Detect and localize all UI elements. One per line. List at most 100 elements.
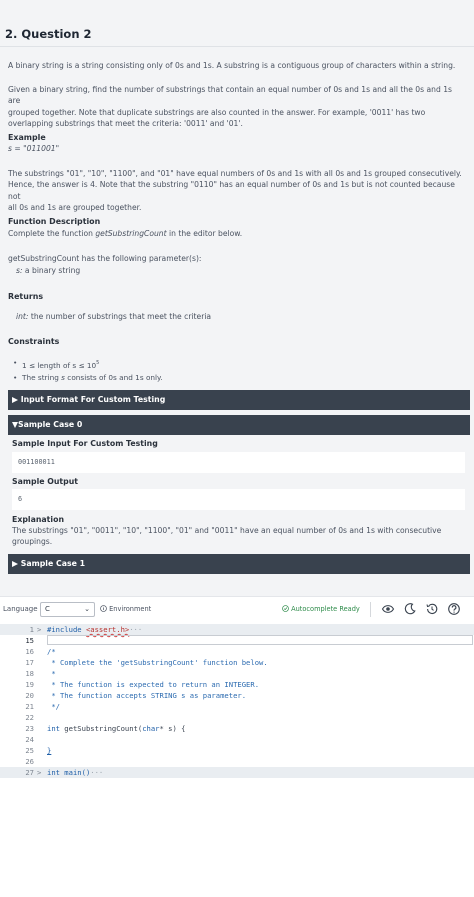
constraint-2-pre: The string <box>22 373 62 382</box>
closing-brace: } <box>47 746 52 755</box>
current-line-highlight <box>47 635 473 645</box>
constraints-list: 1 ≤ length of s ≤ 105 The string s consi… <box>13 357 163 384</box>
sample-case-0-toggle[interactable]: ▼Sample Case 0 <box>8 415 470 435</box>
code-line[interactable]: 18 * <box>0 668 474 679</box>
parameter-item: s: a binary string <box>16 265 474 276</box>
code-editor[interactable]: 1 > #include <assert.h>··· 15 16/* 17 * … <box>0 622 474 782</box>
line-number: 23 <box>25 724 34 733</box>
language-select[interactable]: C ⌄ <box>40 602 95 617</box>
code-line[interactable]: 27 > int main()··· <box>0 767 474 778</box>
code-line[interactable]: 22 <box>0 712 474 723</box>
line-number: 24 <box>25 735 34 744</box>
eye-icon[interactable] <box>381 602 395 616</box>
code-line-current[interactable]: 15 <box>0 635 474 646</box>
question-title: 2. Question 2 <box>5 27 92 41</box>
task-line-3: overlapping substrings that meet the cri… <box>8 119 243 129</box>
returns-desc: the number of substrings that meet the c… <box>28 312 212 321</box>
environment-link[interactable]: Environment <box>100 605 151 613</box>
history-icon[interactable] <box>425 602 439 616</box>
main-return-keyword: int <box>47 768 60 777</box>
code-line[interactable]: 17 * Complete the 'getSubstringCount' fu… <box>0 657 474 668</box>
constraint-1-exponent: 5 <box>96 360 100 366</box>
code-line[interactable]: 24 <box>0 734 474 745</box>
line-number: 19 <box>25 680 34 689</box>
language-label: Language <box>3 605 38 613</box>
code-text: /* <box>47 647 56 656</box>
fold-toggle-icon[interactable]: > <box>37 624 41 635</box>
constraint-2-post: consists of 0s and 1s only. <box>64 373 163 382</box>
line-number: 22 <box>25 713 34 722</box>
function-description-heading: Function Description <box>8 217 101 226</box>
sample-output-box: 6 <box>12 489 465 510</box>
example-explanation: The substrings "01", "10", "1100", and "… <box>8 168 466 214</box>
task-line-1: Given a binary string, find the number o… <box>8 85 452 106</box>
editor-toolbar: Language C ⌄ Environment Autocomplete Re… <box>0 596 474 622</box>
func-post: in the editor below. <box>166 229 243 238</box>
explanation-text: The substrings "01", "0011", "10", "1100… <box>12 525 470 548</box>
line-number: 15 <box>25 636 34 645</box>
collapsed-marker[interactable]: ··· <box>129 625 142 634</box>
code-line[interactable]: 21 */ <box>0 701 474 712</box>
code-line[interactable]: 23 int getSubstringCount(char* s) { <box>0 723 474 734</box>
line-number: 25 <box>25 746 34 755</box>
function-signature-rest: * s) { <box>159 724 186 733</box>
line-number: 17 <box>25 658 34 667</box>
function-description-text: Complete the function getSubstringCount … <box>8 228 466 239</box>
code-text: int getSubstringCount(char* s) { <box>47 723 185 734</box>
line-number: 21 <box>25 702 34 711</box>
code-line[interactable]: 1 > #include <assert.h>··· <box>0 624 474 635</box>
intro-text: A binary string is a string consisting o… <box>8 61 456 70</box>
constraint-item: The string s consists of 0s and 1s only. <box>13 372 163 384</box>
code-text: */ <box>47 702 60 711</box>
sample-input-heading: Sample Input For Custom Testing <box>12 439 158 448</box>
fold-toggle-icon[interactable]: > <box>37 767 41 778</box>
collapsed-marker[interactable]: ··· <box>90 768 103 777</box>
code-line[interactable]: 26 <box>0 756 474 767</box>
line-number: 1 <box>29 625 34 634</box>
line-number: 18 <box>25 669 34 678</box>
returns-text: int: the number of substrings that meet … <box>16 311 474 322</box>
returns-heading: Returns <box>8 292 44 301</box>
example-line-3: all 0s and 1s are grouped together. <box>8 203 142 213</box>
environment-label: Environment <box>109 605 152 613</box>
explanation-line-1: The substrings "01", "0011", "10", "1100… <box>12 526 442 535</box>
param-desc: a binary string <box>22 266 81 275</box>
autocomplete-label: Autocomplete Ready <box>291 605 360 613</box>
example-line-1: The substrings "01", "10", "1100", and "… <box>8 169 462 178</box>
include-keyword: #include <box>47 625 86 634</box>
code-text: int main()··· <box>47 767 103 778</box>
code-line[interactable]: 25} <box>0 745 474 756</box>
code-line[interactable]: 19 * The function is expected to return … <box>0 679 474 690</box>
explanation-heading: Explanation <box>12 515 64 524</box>
line-number: 27 <box>25 768 34 777</box>
main-function-name: main() <box>59 768 91 777</box>
title-divider <box>0 46 474 47</box>
code-text: * The function accepts STRING s as param… <box>47 691 247 700</box>
sample-case-1-toggle[interactable]: ▶ Sample Case 1 <box>8 554 470 574</box>
func-pre: Complete the function <box>8 229 96 238</box>
parameters-line: getSubstringCount has the following para… <box>8 254 202 263</box>
sample-input-box: 001100011 <box>12 452 465 473</box>
code-text: * The function is expected to return an … <box>47 680 260 689</box>
return-type-keyword: int <box>47 724 60 733</box>
param-type-keyword: char <box>142 724 160 733</box>
code-line[interactable]: 20 * The function accepts STRING s as pa… <box>0 690 474 701</box>
task-text: Given a binary string, find the number o… <box>8 84 466 130</box>
line-number: 26 <box>25 757 34 766</box>
moon-icon[interactable] <box>403 602 417 616</box>
chevron-down-icon: ⌄ <box>84 605 90 613</box>
info-icon <box>100 605 107 612</box>
autocomplete-status[interactable]: Autocomplete Ready <box>282 605 360 613</box>
code-text: * Complete the 'getSubstringCount' funct… <box>47 658 268 667</box>
input-format-toggle[interactable]: ▶ Input Format For Custom Testing <box>8 390 470 410</box>
constraint-item: 1 ≤ length of s ≤ 105 <box>13 357 163 372</box>
help-icon[interactable] <box>447 602 461 616</box>
language-value: C <box>45 605 50 613</box>
explanation-line-2: groupings. <box>12 537 53 547</box>
problem-panel: 2. Question 2 A binary string is a strin… <box>0 0 474 596</box>
example-value: s = "011001" <box>8 144 60 153</box>
function-signature-name: getSubstringCount( <box>59 724 143 733</box>
code-line[interactable]: 16 /* <box>0 646 474 657</box>
example-line-2: Hence, the answer is 4. Note that the su… <box>8 180 455 201</box>
constraints-heading: Constraints <box>8 337 60 346</box>
